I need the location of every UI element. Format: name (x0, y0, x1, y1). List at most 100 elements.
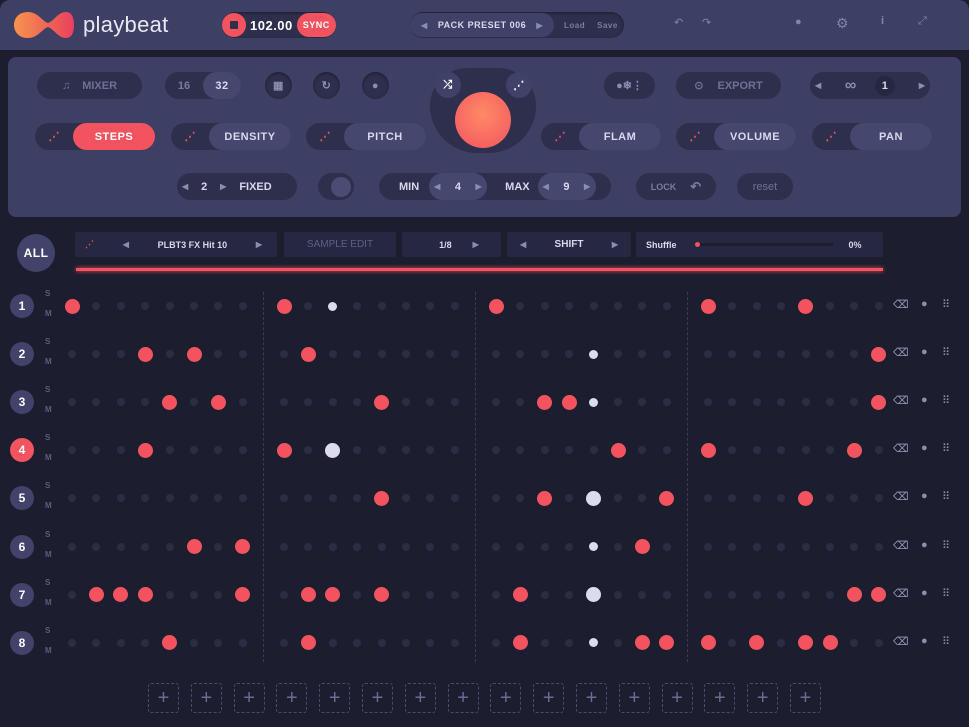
step-off[interactable] (328, 350, 337, 359)
track-number-button[interactable]: 7 (10, 582, 34, 607)
step-off[interactable] (165, 350, 174, 359)
eraser-icon[interactable]: ⌫ (893, 587, 909, 600)
step-off[interactable] (238, 446, 247, 455)
step-off[interactable] (826, 302, 834, 310)
step-off[interactable] (850, 350, 859, 359)
step-off[interactable] (165, 302, 174, 310)
step-off[interactable] (826, 590, 834, 599)
step-off[interactable] (777, 302, 786, 310)
step-on[interactable] (871, 587, 887, 603)
step-off[interactable] (516, 350, 525, 359)
add-track-button[interactable]: + (404, 683, 436, 713)
step-off[interactable] (214, 446, 223, 455)
track-number-button[interactable]: 4 (10, 438, 34, 463)
step-off[interactable] (165, 590, 174, 599)
step-off[interactable] (752, 446, 761, 455)
track-number-button[interactable]: 3 (10, 390, 34, 415)
step-on[interactable] (537, 490, 553, 506)
step-on[interactable] (700, 442, 716, 458)
step-off[interactable] (777, 494, 786, 503)
step-off[interactable] (565, 494, 574, 503)
step-off[interactable] (141, 542, 150, 551)
sample-edit-button[interactable]: SAMPLE EDIT (284, 232, 396, 257)
step-on[interactable] (276, 442, 292, 458)
step-off[interactable] (353, 302, 362, 310)
step-off[interactable] (141, 302, 150, 310)
eraser-icon[interactable]: ⌫ (893, 635, 909, 648)
eraser-icon[interactable]: ⌫ (893, 346, 909, 359)
step-off[interactable] (353, 350, 362, 359)
step-on[interactable] (659, 635, 675, 651)
mode-toggle[interactable] (318, 173, 354, 200)
step-off[interactable] (450, 638, 459, 647)
step-off[interactable] (752, 398, 761, 407)
step-off[interactable] (280, 638, 288, 647)
step-on[interactable] (659, 490, 675, 506)
step-off[interactable] (662, 542, 671, 551)
step-on[interactable] (822, 635, 838, 651)
add-track-button[interactable]: + (533, 683, 565, 713)
step-off[interactable] (190, 638, 198, 647)
step-off[interactable] (165, 446, 174, 455)
step-off[interactable] (402, 446, 410, 455)
step-on[interactable] (846, 587, 862, 603)
step-on[interactable] (300, 635, 316, 651)
step-off[interactable] (304, 302, 313, 310)
step-off[interactable] (540, 446, 549, 455)
add-track-button[interactable]: + (447, 683, 479, 713)
step-off[interactable] (92, 446, 101, 455)
step-off[interactable] (450, 302, 459, 310)
step-off[interactable] (141, 398, 150, 407)
step-off[interactable] (662, 590, 671, 599)
step-off[interactable] (492, 446, 500, 455)
track-number-button[interactable]: 2 (10, 342, 34, 367)
step-off[interactable] (638, 494, 647, 503)
mute-button[interactable]: M (45, 357, 52, 366)
step-off[interactable] (304, 398, 313, 407)
mode-pitch[interactable]: ⋰ PITCH (306, 123, 426, 150)
step-off[interactable] (728, 446, 737, 455)
step-off[interactable] (190, 494, 198, 503)
solo-button[interactable]: S (45, 385, 50, 394)
step-off[interactable] (304, 542, 313, 551)
division-selector[interactable]: 1/8 ▶ (402, 232, 501, 257)
step-off[interactable] (116, 446, 125, 455)
step-off[interactable] (638, 590, 647, 599)
step-on[interactable] (798, 490, 814, 506)
step-off[interactable] (353, 398, 362, 407)
add-track-button[interactable]: + (661, 683, 693, 713)
step-off[interactable] (238, 398, 247, 407)
redo-icon[interactable]: ↷ (702, 16, 711, 29)
add-track-button[interactable]: + (747, 683, 779, 713)
step-off[interactable] (426, 350, 435, 359)
step-soft[interactable] (589, 638, 599, 648)
step-on[interactable] (300, 346, 316, 362)
mute-button[interactable]: M (45, 453, 52, 462)
step-on[interactable] (512, 635, 528, 651)
step-off[interactable] (353, 590, 362, 599)
mixer-button[interactable]: ♫ MIXER (37, 72, 142, 99)
drag-handle-icon[interactable]: ⠿ (942, 442, 950, 455)
sample-random-icon[interactable]: ⋰ (85, 239, 94, 250)
step-off[interactable] (353, 494, 362, 503)
eraser-icon[interactable]: ⌫ (893, 539, 909, 552)
drag-handle-icon[interactable]: ⠿ (942, 490, 950, 503)
step-off[interactable] (328, 398, 337, 407)
step-off[interactable] (492, 350, 500, 359)
step-off[interactable] (728, 302, 737, 310)
step-off[interactable] (777, 398, 786, 407)
step-off[interactable] (728, 542, 737, 551)
mute-button[interactable]: M (45, 309, 52, 318)
step-on[interactable] (276, 298, 292, 314)
loop-count[interactable]: 1 (875, 75, 896, 96)
max-stepper[interactable]: ◀ 9 ▶ (537, 173, 596, 200)
step-off[interactable] (402, 302, 410, 310)
step-on[interactable] (798, 635, 814, 651)
step-on[interactable] (374, 394, 390, 410)
step-on[interactable] (846, 442, 862, 458)
step-off[interactable] (728, 350, 737, 359)
add-track-button[interactable]: + (190, 683, 222, 713)
step-off[interactable] (280, 494, 288, 503)
step-off[interactable] (402, 542, 410, 551)
step-on[interactable] (374, 490, 390, 506)
